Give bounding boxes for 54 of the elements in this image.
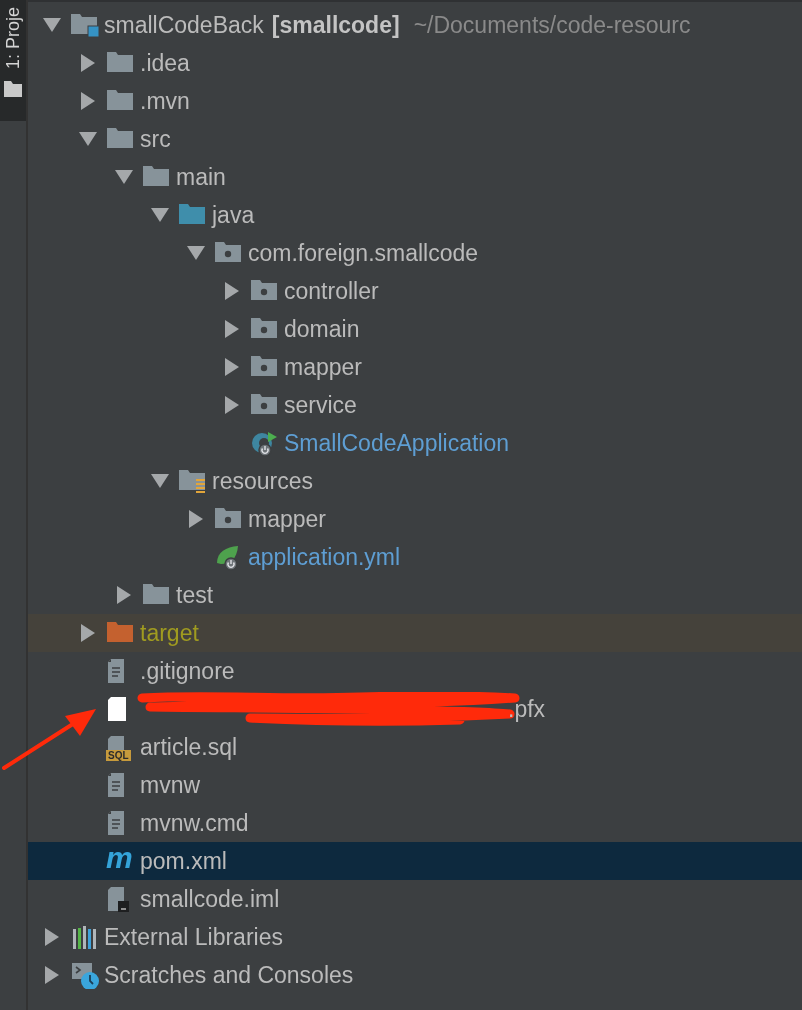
tree-item-label[interactable]: .pfx — [508, 695, 546, 723]
file-icon — [106, 695, 128, 723]
scratches-icon — [70, 961, 100, 989]
tree-item-label[interactable]: resources — [212, 467, 313, 495]
tree-item-label[interactable]: .mvn — [140, 87, 190, 115]
tree-item-label[interactable]: smallCodeBack — [104, 11, 264, 39]
expand-arrow-icon[interactable] — [45, 966, 59, 984]
expand-arrow-icon[interactable] — [45, 928, 59, 946]
tree-item-label[interactable]: Scratches and Consoles — [104, 961, 354, 989]
expand-arrow-icon[interactable] — [189, 510, 203, 528]
tree-item-label[interactable]: application.yml — [248, 543, 401, 571]
collapse-arrow-icon[interactable] — [79, 132, 97, 146]
file-type-badge: SQL — [106, 749, 131, 761]
tree-item-label[interactable]: mapper — [248, 505, 326, 533]
project-path: ~/Documents/code-resourc — [413, 11, 691, 39]
tree-item-label[interactable]: .gitignore — [140, 657, 235, 685]
tree-item-label[interactable]: target — [140, 619, 199, 647]
tree-item-label[interactable]: .idea — [140, 49, 190, 77]
tree-item-label[interactable]: service — [284, 391, 357, 419]
tree-item-label[interactable]: test — [176, 581, 214, 609]
maven-icon: m — [106, 843, 133, 873]
expand-arrow-icon[interactable] — [81, 92, 95, 110]
tree-item-label[interactable]: mapper — [284, 353, 362, 381]
expand-arrow-icon[interactable] — [117, 586, 131, 604]
tree-item-label[interactable]: java — [212, 201, 255, 229]
tree-item-label[interactable]: pom.xml — [140, 847, 227, 875]
tree-item-label[interactable]: controller — [284, 277, 379, 305]
collapse-arrow-icon[interactable] — [43, 18, 61, 32]
tree-item-label[interactable]: main — [176, 163, 226, 191]
tree-item-label[interactable]: article.sql — [140, 733, 238, 761]
tree-item-label[interactable]: SmallCodeApplication — [284, 429, 509, 457]
module-file-icon — [106, 885, 130, 913]
tree-item-label[interactable]: src — [140, 125, 171, 153]
module-name: [smallcode] — [271, 11, 400, 39]
expand-arrow-icon[interactable] — [225, 320, 239, 338]
tree-item-label[interactable]: mvnw — [140, 771, 201, 799]
tree-item-label[interactable]: smallcode.iml — [140, 885, 280, 913]
collapse-arrow-icon[interactable] — [115, 170, 133, 184]
project-tool-tab[interactable]: 1: Proje — [0, 0, 26, 121]
collapse-arrow-icon[interactable] — [187, 246, 205, 260]
tree-item-label[interactable]: com.foreign.smallcode — [248, 239, 479, 267]
folder-icon — [4, 81, 22, 97]
collapse-arrow-icon[interactable] — [151, 474, 169, 488]
expand-arrow-icon[interactable] — [225, 358, 239, 376]
folder-icon — [178, 467, 206, 495]
tree-item-label[interactable]: domain — [284, 315, 360, 343]
folder-icon — [70, 11, 100, 39]
expand-arrow-icon[interactable] — [225, 396, 239, 414]
collapse-arrow-icon[interactable] — [151, 208, 169, 222]
tree-item-label[interactable]: External Libraries — [104, 923, 283, 951]
tree-item-label[interactable]: mvnw.cmd — [140, 809, 249, 837]
expand-arrow-icon[interactable] — [81, 54, 95, 72]
expand-arrow-icon[interactable] — [81, 624, 95, 642]
expand-arrow-icon[interactable] — [225, 282, 239, 300]
